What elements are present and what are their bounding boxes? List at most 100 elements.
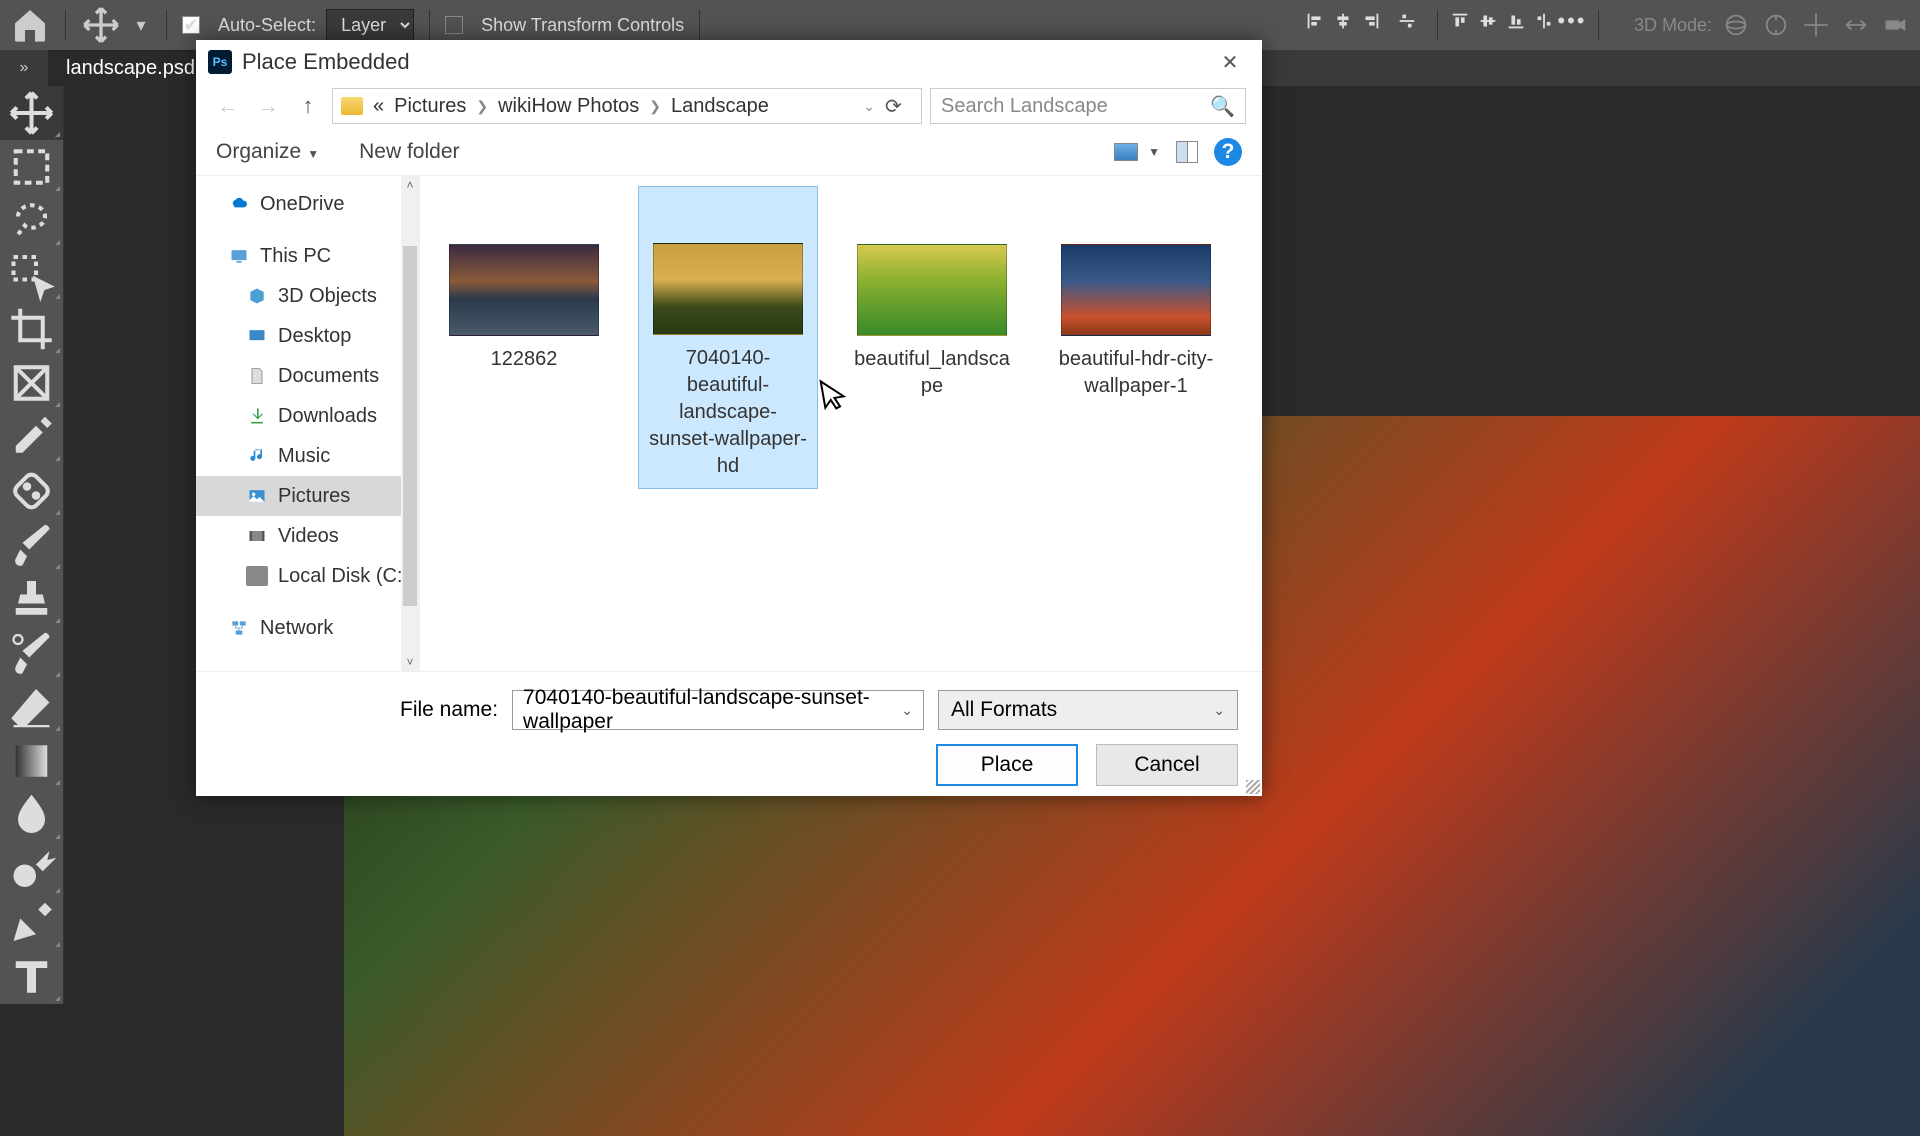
align-vcenter-icon[interactable] [1477,10,1499,32]
stamp-tool[interactable] [0,572,64,626]
history-brush-tool[interactable] [0,626,64,680]
file-grid: 122862 7040140-beautiful-landscape-sunse… [420,176,1262,671]
align-buttons: ••• [1304,10,1583,40]
more-options-icon[interactable]: ••• [1561,10,1583,32]
chevron-down-icon: ⌄ [1213,702,1225,719]
chevron-down-icon[interactable]: ⌄ [901,702,913,719]
breadcrumb-item[interactable]: Landscape [671,95,769,118]
music-icon [246,446,268,466]
place-button[interactable]: Place [936,744,1078,786]
chevron-down-icon[interactable]: ⌄ [863,98,875,115]
search-input[interactable]: Search Landscape 🔍 [930,88,1246,124]
onedrive-icon [228,194,250,214]
3d-rotate-icon[interactable] [1762,11,1790,39]
tree-documents[interactable]: Documents [196,356,419,396]
tree-desktop[interactable]: Desktop [196,316,419,356]
tree-pictures[interactable]: Pictures [196,476,419,516]
gradient-tool[interactable] [0,734,64,788]
scrollbar-thumb[interactable] [403,246,417,606]
tree-downloads[interactable]: Downloads [196,396,419,436]
align-hcenter-icon[interactable] [1332,10,1354,32]
view-mode-button[interactable]: ▼ [1114,143,1160,161]
chevron-right-icon: ❯ [649,98,661,115]
tool-strip [0,86,64,1004]
dropdown-caret-icon[interactable]: ▾ [131,5,151,45]
help-button[interactable]: ? [1214,138,1242,166]
crop-tool[interactable] [0,302,64,356]
new-folder-button[interactable]: New folder [359,140,459,164]
forward-button[interactable]: → [252,90,284,122]
marquee-tool[interactable] [0,140,64,194]
tree-scrollbar[interactable]: ˄ ˅ [401,176,419,671]
scroll-down-icon[interactable]: ˅ [401,653,419,671]
desktop-icon [246,326,268,346]
dodge-tool[interactable] [0,842,64,896]
tree-this-pc[interactable]: This PC [196,236,419,276]
distribute-v-icon[interactable] [1533,10,1555,32]
quick-select-tool[interactable] [0,248,64,302]
organize-button[interactable]: Organize▼ [216,140,319,164]
file-name: beautiful_landscape [850,346,1014,400]
dialog-body: OneDrive This PC 3D Objects Desktop Docu… [196,176,1262,671]
distribute-icon[interactable] [1396,10,1418,32]
photoshop-icon: Ps [208,50,232,74]
file-thumbnail [449,244,599,336]
scroll-up-icon[interactable]: ˄ [401,176,419,194]
home-icon[interactable] [10,5,50,45]
up-button[interactable]: ↑ [292,90,324,122]
eraser-tool[interactable] [0,680,64,734]
preview-pane-button[interactable] [1176,141,1198,163]
3d-pan-icon[interactable] [1802,11,1830,39]
eyedropper-tool[interactable] [0,410,64,464]
document-tab[interactable]: landscape.psd [48,50,213,86]
search-placeholder: Search Landscape [941,95,1108,118]
file-thumbnail [1061,244,1211,336]
drive-icon [246,566,268,586]
auto-select-dropdown[interactable]: Layer [326,9,414,41]
resize-grip[interactable] [1246,780,1260,794]
frame-tool[interactable] [0,356,64,410]
pen-tool[interactable] [0,896,64,950]
refresh-button[interactable]: ⟳ [885,94,913,119]
align-top-icon[interactable] [1449,10,1471,32]
dialog-nav-bar: ← → ↑ « Pictures ❯ wikiHow Photos ❯ Land… [196,84,1262,128]
auto-select-checkbox[interactable]: ✔ [182,16,200,34]
file-item[interactable]: 7040140-beautiful-landscape-sunset-wallp… [638,186,818,489]
dialog-title: Place Embedded [242,49,410,75]
align-left-icon[interactable] [1304,10,1326,32]
tree-music[interactable]: Music [196,436,419,476]
blur-tool[interactable] [0,788,64,842]
lasso-tool[interactable] [0,194,64,248]
expand-panels-icon[interactable]: » [0,50,48,86]
breadcrumb-item[interactable]: Pictures [394,95,466,118]
tree-videos[interactable]: Videos [196,516,419,556]
3d-slide-icon[interactable] [1842,11,1870,39]
healing-tool[interactable] [0,464,64,518]
show-transform-checkbox[interactable] [445,16,463,34]
brush-tool[interactable] [0,518,64,572]
tree-network[interactable]: Network [196,608,419,648]
align-right-icon[interactable] [1360,10,1382,32]
file-format-dropdown[interactable]: All Formats ⌄ [938,690,1238,730]
cancel-button[interactable]: Cancel [1096,744,1238,786]
breadcrumb-overflow[interactable]: « [373,95,384,118]
file-item[interactable]: 122862 [434,186,614,381]
move-tool[interactable] [0,86,64,140]
breadcrumb-item[interactable]: wikiHow Photos [498,95,639,118]
file-item[interactable]: beautiful_landscape [842,186,1022,408]
type-tool[interactable] [0,950,64,1004]
breadcrumb-bar[interactable]: « Pictures ❯ wikiHow Photos ❯ Landscape … [332,88,922,124]
close-button[interactable]: ✕ [1210,42,1250,82]
3d-camera-icon[interactable] [1882,11,1910,39]
tree-onedrive[interactable]: OneDrive [196,184,419,224]
file-name-input[interactable]: 7040140-beautiful-landscape-sunset-wallp… [512,690,924,730]
videos-icon [246,526,268,546]
back-button[interactable]: ← [212,90,244,122]
file-item[interactable]: beautiful-hdr-city-wallpaper-1 [1046,186,1226,408]
move-tool-icon[interactable] [81,5,121,45]
tree-local-disk[interactable]: Local Disk (C:) [196,556,419,596]
align-bottom-icon[interactable] [1505,10,1527,32]
tree-3d-objects[interactable]: 3D Objects [196,276,419,316]
auto-select-label: Auto-Select: [218,15,316,36]
3d-orbit-icon[interactable] [1722,11,1750,39]
